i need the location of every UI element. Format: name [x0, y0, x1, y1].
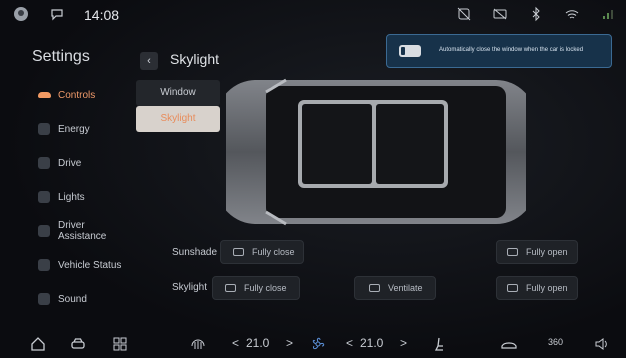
- skylight-fully-open-button[interactable]: Fully open: [496, 276, 578, 300]
- avatar[interactable]: [14, 7, 28, 21]
- no-signal-icon: [492, 6, 508, 22]
- settings-title: Settings: [32, 48, 90, 65]
- auto-close-toast: Automatically close the window when the …: [386, 34, 612, 68]
- toggle-switch[interactable]: [399, 45, 421, 57]
- sidebar-nav: Controls Energy Drive Lights Driver Assi…: [28, 78, 132, 316]
- car-side-icon[interactable]: [500, 336, 518, 352]
- page-title: Skylight: [170, 51, 220, 67]
- sunshade-fully-close-button[interactable]: Fully close: [220, 240, 304, 264]
- left-temp-down-button[interactable]: <: [232, 336, 239, 352]
- skylight-close-icon: [225, 284, 236, 292]
- bottom-dock: < 21.0 > < 21.0 > 360: [0, 330, 626, 358]
- skylight-fully-close-button[interactable]: Fully close: [212, 276, 300, 300]
- seat-icon[interactable]: [430, 336, 446, 352]
- cellular-signal-icon: [600, 6, 616, 22]
- sidebar-item-controls[interactable]: Controls: [28, 78, 132, 112]
- button-label: Fully open: [526, 247, 568, 257]
- sidebar-item-drive[interactable]: Drive: [28, 146, 132, 180]
- tab-window[interactable]: Window: [136, 80, 220, 106]
- right-temperature: 21.0: [360, 336, 384, 350]
- car-top-view: [226, 78, 526, 226]
- apps-grid-icon[interactable]: [112, 336, 128, 352]
- left-temp-up-button[interactable]: >: [286, 336, 293, 352]
- fan-icon[interactable]: [310, 336, 326, 352]
- right-temp-down-button[interactable]: <: [346, 336, 353, 352]
- driver-assistance-icon: [38, 225, 50, 237]
- car-controls-icon: [38, 89, 51, 101]
- skylight-label: Skylight: [172, 282, 208, 293]
- sidebar-item-sound[interactable]: Sound: [28, 282, 132, 316]
- sidebar-item-label: Vehicle Status: [58, 259, 122, 271]
- right-temp-up-button[interactable]: >: [400, 336, 407, 352]
- sound-icon: [38, 293, 50, 305]
- sunshade-label: Sunshade: [172, 247, 218, 258]
- ventilate-icon: [369, 284, 380, 292]
- skylight-ventilate-button[interactable]: Ventilate: [354, 276, 436, 300]
- sidebar-item-label: Controls: [58, 89, 96, 101]
- volume-icon[interactable]: [594, 336, 610, 352]
- button-label: Fully open: [526, 283, 568, 293]
- message-icon[interactable]: [50, 7, 64, 21]
- sidebar-item-label: Drive: [58, 157, 82, 169]
- sidebar-item-label: Sound: [58, 293, 87, 305]
- car-icon[interactable]: [70, 336, 86, 352]
- bluetooth-icon: [528, 6, 544, 22]
- sidebar-item-lights[interactable]: Lights: [28, 180, 132, 214]
- skylight-open-icon: [507, 284, 518, 292]
- view-360-button[interactable]: 360: [548, 337, 563, 353]
- no-sim-icon: [456, 6, 472, 22]
- sidebar-item-label: Energy: [58, 123, 90, 135]
- back-button[interactable]: ‹: [140, 52, 158, 70]
- left-temperature: 21.0: [246, 336, 270, 350]
- defrost-icon[interactable]: [190, 336, 206, 352]
- shade-open-icon: [507, 248, 518, 256]
- sidebar-item-energy[interactable]: Energy: [28, 112, 132, 146]
- sunshade-fully-open-button[interactable]: Fully open: [496, 240, 578, 264]
- subtabs: Window Skylight: [136, 80, 220, 132]
- sidebar-item-vehicle-status[interactable]: Vehicle Status: [28, 248, 132, 282]
- home-icon[interactable]: [30, 336, 46, 352]
- button-label: Ventilate: [388, 283, 423, 293]
- energy-icon: [38, 123, 50, 135]
- chevron-left-icon: ‹: [147, 55, 151, 67]
- drive-icon: [38, 157, 50, 169]
- shade-close-icon: [233, 248, 244, 256]
- button-label: Fully close: [252, 247, 295, 257]
- toast-message: Automatically close the window when the …: [439, 47, 584, 53]
- lights-icon: [38, 191, 50, 203]
- screen: 14:08 Settings Controls Energy Drive Lig…: [0, 0, 626, 358]
- status-icons: [456, 6, 616, 22]
- vehicle-status-icon: [38, 259, 50, 271]
- sidebar-item-label: Lights: [58, 191, 85, 203]
- status-bar: 14:08: [0, 0, 626, 28]
- clock: 14:08: [84, 7, 120, 23]
- wifi-icon: [564, 6, 580, 22]
- sidebar-item-driver-assistance[interactable]: Driver Assistance: [28, 214, 132, 248]
- tab-skylight[interactable]: Skylight: [136, 106, 220, 132]
- button-label: Fully close: [244, 283, 287, 293]
- sidebar-item-label: Driver Assistance: [58, 220, 107, 242]
